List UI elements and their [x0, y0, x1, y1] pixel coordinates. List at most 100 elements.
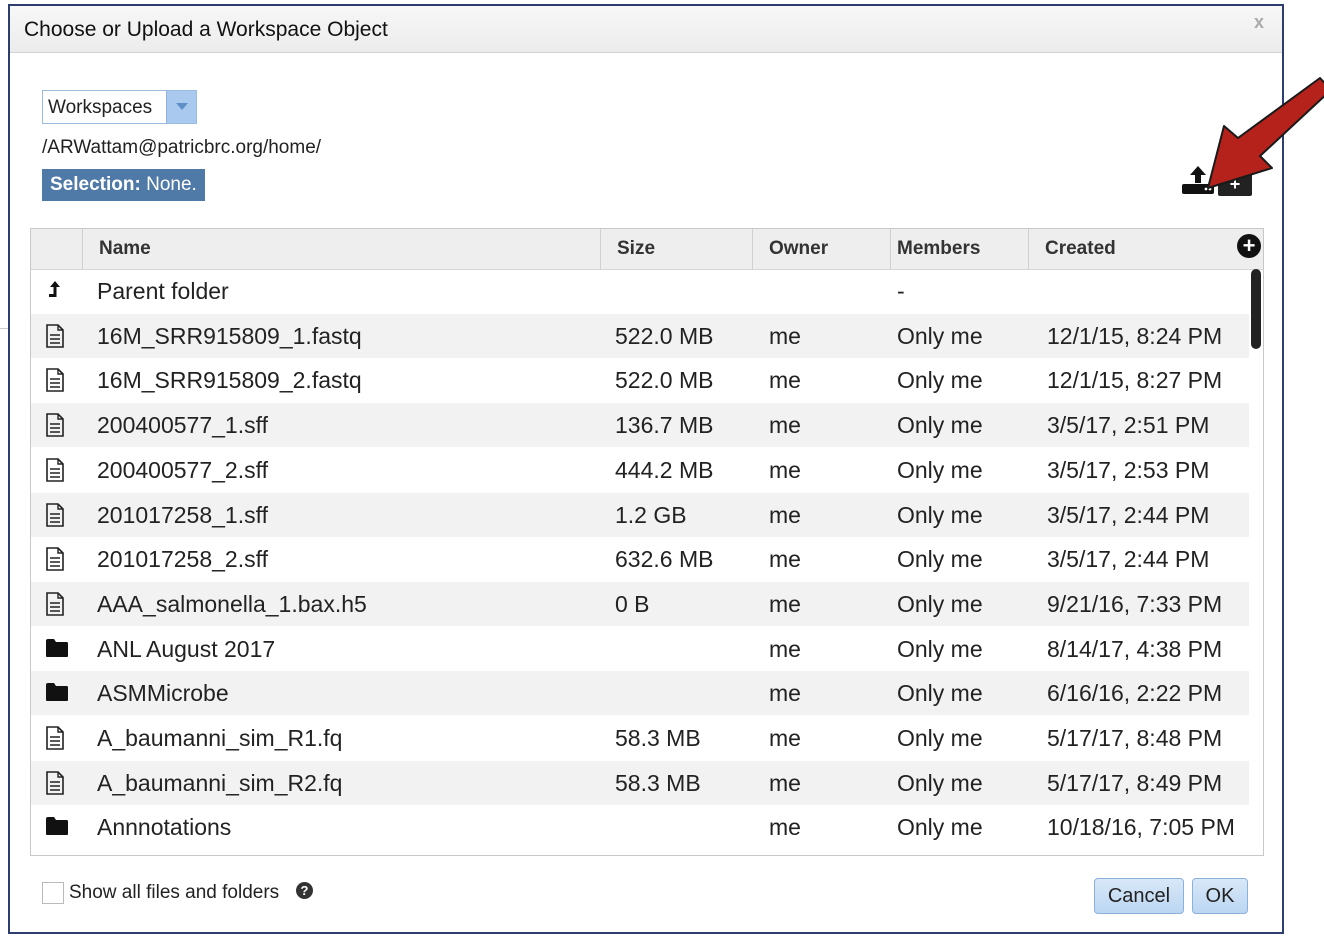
file-members: -	[897, 278, 905, 304]
background-divider	[0, 328, 8, 329]
close-icon[interactable]: x	[1254, 12, 1264, 33]
file-name: AAA_salmonella_1.bax.h5	[97, 590, 367, 617]
upload-icon[interactable]	[1180, 164, 1216, 196]
file-owner: me	[769, 814, 801, 841]
file-owner: me	[769, 546, 801, 573]
header-owner[interactable]: Owner	[753, 229, 891, 269]
workspace-select[interactable]: Workspaces	[42, 90, 197, 124]
file-name: 201017258_1.sff	[97, 501, 268, 528]
file-members: Only me	[897, 412, 983, 439]
file-owner: me	[769, 769, 801, 796]
header-name[interactable]: Name	[83, 229, 601, 269]
file-name: Annnotations	[97, 814, 232, 841]
workspace-select-value: Workspaces	[48, 97, 153, 118]
file-members: Only me	[897, 590, 983, 617]
file-size: 1.2 GB	[615, 501, 687, 528]
table-row[interactable]: 201017258_1.sff 1.2 GB me Only me 3/5/17, 2:…	[31, 492, 1249, 537]
file-owner: me	[769, 412, 801, 439]
table-row[interactable]: 16M_SRR915809_2.fastq 522.0 MB me Only me 12…	[31, 358, 1249, 402]
file-size: 522.0 MB	[615, 322, 714, 349]
table-row[interactable]: AAA_salmonella_1.bax.h5 0 B me Only me 9/21/…	[31, 581, 1249, 626]
show-all-checkbox[interactable]	[42, 882, 64, 904]
file-name: A_baumanni_sim_R2.fq	[97, 769, 343, 796]
file-created: 5/17/17, 8:48 PM	[1047, 725, 1223, 751]
header-created[interactable]: Created	[1029, 229, 1239, 269]
scrollbar[interactable]	[1251, 269, 1261, 349]
table-row[interactable]: ANL August 2017 me Only me 8/14/17, 4:38 PM	[31, 627, 1249, 671]
file-name: ANL August 2017	[97, 635, 276, 662]
file-members: Only me	[897, 769, 983, 796]
file-members: Only me	[897, 635, 983, 662]
selection-label: Selection:	[50, 174, 141, 195]
table-row[interactable]: 201017258_2.sff 632.6 MB me Only me 3/5/17, …	[31, 537, 1249, 581]
file-owner: me	[769, 367, 801, 394]
workspace-path: /ARWattam@patricbrc.org/home/	[42, 137, 322, 158]
file-created: 3/5/17, 2:44 PM	[1047, 501, 1210, 528]
file-members: Only me	[897, 322, 983, 349]
file-size: 632.6 MB	[615, 546, 714, 573]
table-row[interactable]: 200400577_1.sff 136.7 MB me Only me 3/5/17, …	[31, 403, 1249, 448]
file-owner: me	[769, 590, 801, 617]
file-name: 200400577_1.sff	[97, 412, 268, 439]
file-grid: Name Size Owner Members Created + Parent…	[30, 228, 1264, 856]
file-owner: me	[769, 680, 801, 707]
file-size: 136.7 MB	[615, 412, 714, 439]
file-owner: me	[769, 501, 801, 528]
file-owner: me	[769, 322, 801, 349]
selection-value: None.	[146, 174, 197, 195]
grid-header: Name Size Owner Members Created +	[31, 229, 1263, 270]
file-size: 444.2 MB	[615, 456, 714, 483]
header-members[interactable]: Members	[891, 229, 1029, 269]
table-row[interactable]: A_baumanni_sim_R1.fq 58.3 MB me Only me 5/17…	[31, 716, 1249, 760]
file-size: 58.3 MB	[615, 725, 701, 751]
file-created: 3/5/17, 2:51 PM	[1047, 412, 1210, 439]
add-folder-icon[interactable]: +	[1218, 172, 1252, 196]
file-name: Parent folder	[97, 278, 229, 304]
file-members: Only me	[897, 501, 983, 528]
folder-icon	[45, 815, 71, 855]
header-size[interactable]: Size	[601, 229, 753, 269]
table-row[interactable]: ASMMicrobe me Only me 6/16/16, 2:22 PM	[31, 671, 1249, 716]
file-owner: me	[769, 635, 801, 662]
file-members: Only me	[897, 367, 983, 394]
file-created: 9/21/16, 7:33 PM	[1047, 590, 1223, 617]
file-members: Only me	[897, 456, 983, 483]
add-column-icon[interactable]: +	[1237, 234, 1261, 258]
file-members: Only me	[897, 680, 983, 707]
workspace-dialog: Choose or Upload a Workspace Object x Wo…	[8, 4, 1324, 934]
add-folder-plus: +	[1229, 174, 1241, 194]
table-row[interactable]: Annnotations me Only me 10/18/16, 7:05 PM	[31, 805, 1249, 849]
file-name: 16M_SRR915809_1.fastq	[97, 322, 362, 349]
chevron-down-icon[interactable]	[166, 91, 196, 123]
file-created: 3/5/17, 2:53 PM	[1047, 456, 1210, 483]
table-row[interactable]: A_baumanni_sim_R2.fq 58.3 MB me Only me 5/17…	[31, 760, 1249, 805]
dialog-titlebar: Choose or Upload a Workspace Object x	[10, 6, 1282, 53]
file-owner: me	[769, 725, 801, 751]
parent-folder-row[interactable]: Parent folder -	[31, 269, 1249, 313]
file-owner: me	[769, 456, 801, 483]
file-name: A_baumanni_sim_R1.fq	[97, 725, 343, 751]
file-created: 12/1/15, 8:27 PM	[1047, 367, 1223, 394]
help-icon[interactable]: ?	[296, 882, 313, 899]
file-size: 522.0 MB	[615, 367, 714, 394]
file-size: 0 B	[615, 590, 650, 617]
table-row[interactable]: 200400577_2.sff 444.2 MB me Only me 3/5/17, …	[31, 448, 1249, 492]
file-members: Only me	[897, 546, 983, 573]
file-created: 5/17/17, 8:49 PM	[1047, 769, 1223, 796]
file-name: 200400577_2.sff	[97, 456, 268, 483]
header-icon-col	[31, 229, 83, 269]
show-all-label[interactable]: Show all files and folders	[69, 882, 279, 904]
file-name: 16M_SRR915809_2.fastq	[97, 367, 362, 394]
file-name: ASMMicrobe	[97, 680, 229, 707]
file-created: 3/5/17, 2:44 PM	[1047, 546, 1210, 573]
ok-button[interactable]: OK	[1192, 878, 1248, 914]
file-members: Only me	[897, 725, 983, 751]
table-row[interactable]: 16M_SRR915809_1.fastq 522.0 MB me Only me 12…	[31, 313, 1249, 358]
cancel-button[interactable]: Cancel	[1094, 878, 1184, 914]
selection-badge: Selection: None.	[42, 169, 205, 201]
file-created: 8/14/17, 4:38 PM	[1047, 635, 1223, 662]
file-created: 12/1/15, 8:24 PM	[1047, 322, 1223, 349]
dialog-title: Choose or Upload a Workspace Object	[24, 18, 388, 41]
file-created: 10/18/16, 7:05 PM	[1047, 814, 1235, 841]
file-size: 58.3 MB	[615, 769, 701, 796]
